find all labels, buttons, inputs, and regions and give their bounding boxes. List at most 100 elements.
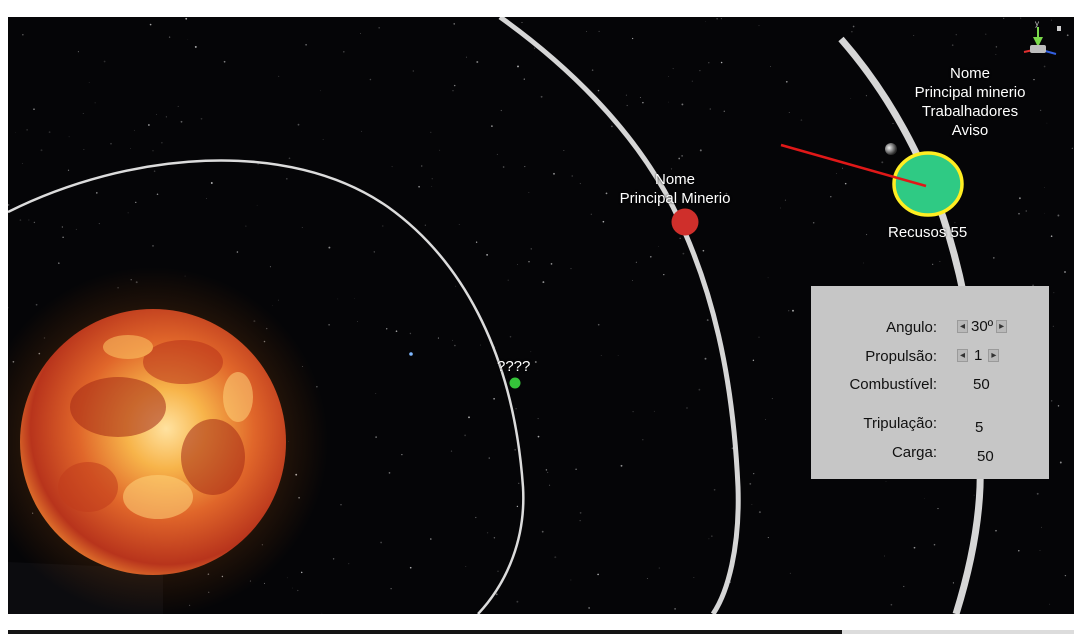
star [686,407,688,409]
star [502,166,505,168]
star [698,388,701,391]
star [58,262,60,264]
star [749,482,752,485]
star [390,588,392,590]
star [523,78,525,80]
star [658,567,660,569]
star [26,129,28,131]
star [708,538,710,540]
star [8,307,9,309]
star [453,84,456,87]
star [952,582,954,584]
star [530,248,532,250]
star [431,177,434,180]
angle-decrement-button[interactable]: ◂ [957,320,968,333]
star [340,504,342,506]
star [985,33,987,35]
star [395,330,398,333]
star [579,520,581,522]
star [534,47,536,49]
unknown-planet[interactable] [509,377,521,389]
star [497,570,499,572]
star [1053,292,1055,294]
star [830,195,832,198]
star [1018,212,1020,215]
star [597,89,600,92]
star [1020,17,1022,19]
star [152,150,154,152]
star [668,101,669,103]
star [153,170,156,172]
selected-planet-name: Nome [949,65,990,82]
star [1041,526,1042,528]
star [391,166,393,168]
selected-planet-resources: Recusos 55 [888,224,968,241]
star [642,438,644,441]
star [702,249,705,252]
star [626,104,628,107]
star [691,80,693,82]
star [1071,147,1073,149]
star [263,582,265,584]
star [375,393,377,394]
star [658,246,659,247]
star [951,44,954,46]
star [152,245,154,247]
star [386,328,388,330]
star [1049,603,1051,605]
star [187,38,189,40]
star [765,418,766,420]
star [458,224,460,225]
angle-label: Angulo: [886,319,937,336]
angle-stepper: ◂ 30º ▸ [957,318,1008,335]
star [789,572,791,574]
star [8,204,10,206]
star [913,546,916,549]
star [514,449,516,451]
star [649,255,652,258]
star [851,31,853,33]
angle-increment-button[interactable]: ▸ [996,320,1008,333]
star [388,472,391,474]
star [509,335,512,338]
star [570,579,572,581]
star [421,165,423,167]
red-planet[interactable] [671,208,699,236]
star [515,408,517,410]
star [598,30,600,32]
star [161,142,163,144]
star [297,589,299,592]
star [812,222,815,224]
star [933,543,936,546]
selected-planet[interactable] [892,151,964,217]
star [553,172,555,175]
star [903,585,905,588]
star [200,117,203,120]
star [758,511,761,514]
star [1050,235,1053,237]
star [337,298,339,300]
propulsion-increment-button[interactable]: ▸ [988,349,1000,362]
star [61,226,63,228]
star [83,148,85,150]
star [570,268,572,270]
star [534,361,537,363]
star [22,34,24,36]
crew-value: 5 [975,419,984,436]
star [709,108,712,110]
star [575,468,577,471]
star [194,45,197,48]
star [286,178,288,180]
star [1057,405,1060,407]
red-planet-info: Nome Principal Minerio [595,170,755,208]
star [706,319,709,322]
star [453,23,455,25]
propulsion-decrement-button[interactable]: ◂ [957,349,968,362]
star [752,359,755,362]
orientation-gizmo[interactable] [1023,26,1061,55]
game-viewport[interactable]: y ???? Nome Principal Minerio Nome Princ… [8,17,1074,614]
moon[interactable] [885,143,897,155]
star [437,337,439,339]
star [256,204,258,206]
star [932,263,934,265]
